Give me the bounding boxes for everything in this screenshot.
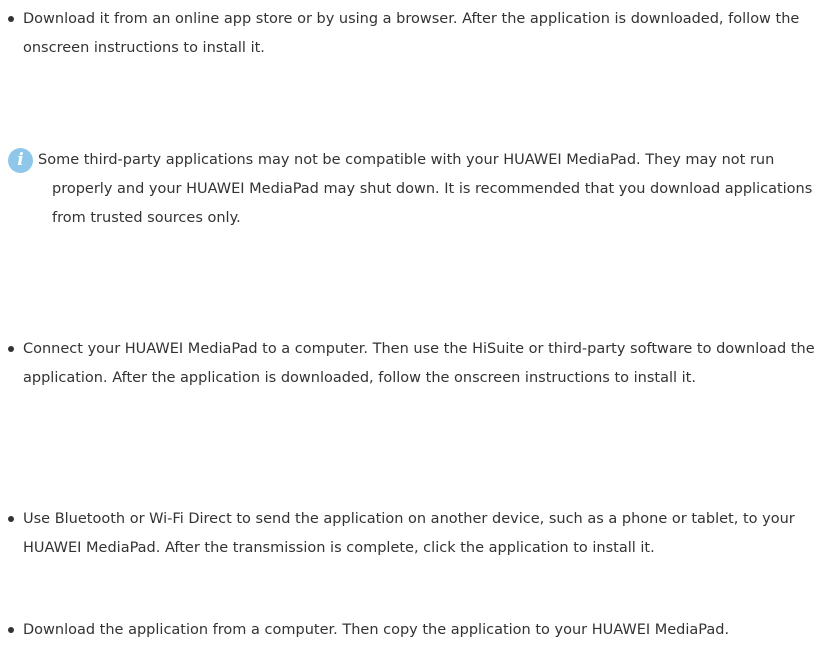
list-item-text: Download the application from a computer… <box>23 622 730 638</box>
list-item: Connect your HUAWEI MediaPad to a comput… <box>0 335 837 393</box>
list-item: Use Bluetooth or Wi-Fi Direct to send th… <box>0 505 837 563</box>
bullet-icon <box>8 16 14 22</box>
bullet-icon <box>8 627 14 633</box>
list-item: Download the application from a computer… <box>0 616 837 645</box>
list-item-text: Use Bluetooth or Wi-Fi Direct to send th… <box>23 511 795 556</box>
bullet-icon <box>8 516 14 522</box>
list-item-text: Download it from an online app store or … <box>23 11 800 56</box>
list-item-text: Connect your HUAWEI MediaPad to a comput… <box>23 341 815 386</box>
note-text: Some third-party applications may not be… <box>38 152 813 226</box>
info-icon: i <box>8 148 33 173</box>
note: i Some third-party applications may not … <box>0 146 837 233</box>
bullet-icon <box>8 346 14 352</box>
list-item: Download it from an online app store or … <box>0 5 837 63</box>
